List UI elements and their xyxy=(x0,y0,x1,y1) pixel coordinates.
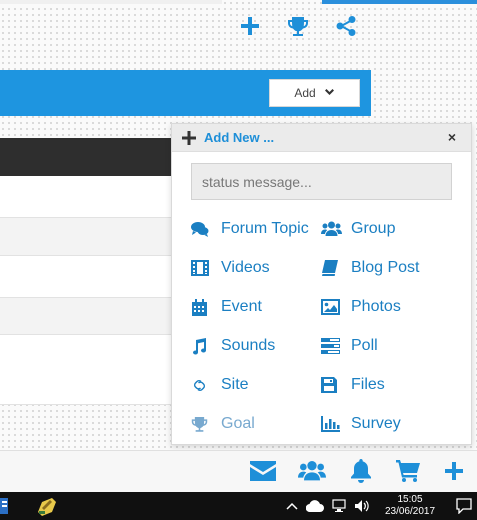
network-icon[interactable] xyxy=(332,498,348,514)
menu-item-label: Forum Topic xyxy=(221,220,309,237)
content-row xyxy=(0,218,171,256)
bell-icon[interactable] xyxy=(343,456,379,486)
menu-item-label: Goal xyxy=(221,415,255,432)
add-button[interactable]: Add xyxy=(269,79,360,107)
paint-app-icon[interactable] xyxy=(36,496,58,516)
cloud-icon[interactable] xyxy=(306,498,324,514)
menu-item-photos[interactable]: Photos xyxy=(321,295,401,319)
users-icon[interactable] xyxy=(294,456,330,486)
calendar-icon xyxy=(191,298,213,316)
document-app-icon[interactable] xyxy=(0,496,22,516)
menu-item-label: Event xyxy=(221,298,262,315)
menu-item-label: Files xyxy=(351,376,385,393)
taskbar-time: 15:05 xyxy=(397,494,423,505)
menu-item-videos[interactable]: Videos xyxy=(191,256,270,280)
menu-item-label: Survey xyxy=(351,415,401,432)
notifications-icon[interactable] xyxy=(456,498,472,514)
dark-panel xyxy=(0,138,171,176)
cart-icon[interactable] xyxy=(390,456,426,486)
book-icon xyxy=(321,259,343,277)
menu-item-survey[interactable]: Survey xyxy=(321,412,401,436)
status-message-input[interactable] xyxy=(191,163,452,200)
popup-title: Add New ... xyxy=(204,130,275,145)
poll-icon xyxy=(321,337,343,355)
menu-item-label: Group xyxy=(351,220,396,237)
taskbar-clock[interactable]: 15:05 23/06/2017 xyxy=(380,494,440,518)
taskbar-date: 23/06/2017 xyxy=(384,506,436,517)
users-icon xyxy=(321,220,343,238)
comments-icon xyxy=(191,220,213,238)
popup-header: Add New ... × xyxy=(172,124,471,152)
menu-item-label: Photos xyxy=(351,298,401,315)
menu-item-label: Videos xyxy=(221,259,270,276)
menu-item-forum-topic[interactable]: Forum Topic xyxy=(191,217,309,241)
film-icon xyxy=(191,259,213,277)
add-new-popup: Add New ... × Forum Topic Videos Event S… xyxy=(171,123,472,445)
windows-taskbar: 15:05 23/06/2017 xyxy=(0,492,477,520)
add-button-label: Add xyxy=(294,86,316,100)
trophy-icon xyxy=(191,415,213,433)
menu-item-label: Sounds xyxy=(221,337,276,354)
close-icon[interactable]: × xyxy=(445,130,459,144)
save-icon xyxy=(321,376,343,394)
content-row xyxy=(0,256,171,298)
menu-item-group[interactable]: Group xyxy=(321,217,395,241)
content-row xyxy=(0,298,171,335)
menu-item-label: Blog Post xyxy=(351,259,420,276)
menu-item-poll[interactable]: Poll xyxy=(321,334,378,358)
volume-icon[interactable] xyxy=(354,498,370,514)
menu-item-blog-post[interactable]: Blog Post xyxy=(321,256,419,280)
content-row xyxy=(0,335,171,405)
chevron-down-icon xyxy=(324,89,334,95)
image-icon xyxy=(321,298,343,316)
content-row xyxy=(0,176,171,218)
top-band-right xyxy=(322,0,477,4)
link-icon xyxy=(191,376,213,394)
bar-chart-icon xyxy=(321,415,343,433)
menu-item-files[interactable]: Files xyxy=(321,373,385,397)
envelope-icon[interactable] xyxy=(245,456,281,486)
plus-icon xyxy=(182,130,196,145)
trophy-icon[interactable] xyxy=(274,12,322,40)
menu-item-site[interactable]: Site xyxy=(191,373,249,397)
header-actions xyxy=(226,12,370,40)
menu-item-label: Site xyxy=(221,376,249,393)
chevron-up-icon[interactable] xyxy=(286,498,298,514)
menu-item-event[interactable]: Event xyxy=(191,295,262,319)
menu-item-goal[interactable]: Goal xyxy=(191,412,255,436)
top-band-left xyxy=(0,0,222,4)
music-icon xyxy=(191,337,213,355)
share-icon[interactable] xyxy=(322,12,370,40)
menu-item-sounds[interactable]: Sounds xyxy=(191,334,275,358)
plus-icon[interactable] xyxy=(436,456,472,486)
menu-item-label: Poll xyxy=(351,337,378,354)
plus-icon[interactable] xyxy=(226,12,274,40)
